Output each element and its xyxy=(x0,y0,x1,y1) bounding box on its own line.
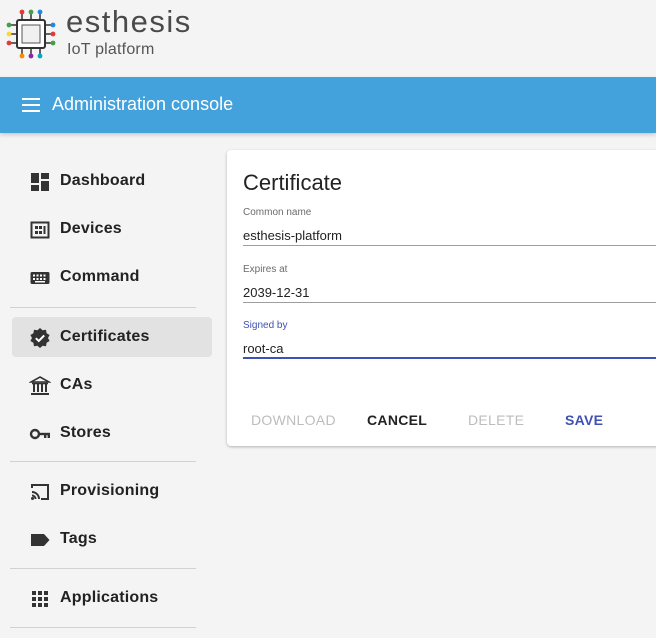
common-name-label: Common name xyxy=(243,207,312,218)
sidebar-item-label: Applications xyxy=(60,589,159,606)
save-button[interactable]: SAVE xyxy=(565,410,603,430)
certificate-card: Certificate Common name Expires at Signe… xyxy=(227,150,656,446)
top-toolbar: Administration console xyxy=(0,77,656,133)
sidebar-item-label: Stores xyxy=(60,424,111,441)
sidebar-item-label: Dashboard xyxy=(60,172,146,189)
label-icon xyxy=(29,529,51,551)
sidebar-item-command[interactable]: Command xyxy=(12,257,212,297)
verified-badge-icon xyxy=(29,327,51,349)
sidebar-item-cas[interactable]: CAs xyxy=(12,365,212,405)
signed-by-field: Signed by xyxy=(243,320,656,360)
brand-name: esthesis xyxy=(66,4,192,39)
card-title: Certificate xyxy=(243,170,343,195)
expires-at-field: Expires at xyxy=(243,264,656,304)
sidebar-divider xyxy=(10,568,196,569)
brand-subtitle: IoT platform xyxy=(67,41,155,58)
sidebar-item-provisioning[interactable]: Provisioning xyxy=(12,471,212,511)
cast-icon xyxy=(29,481,51,503)
dashboard-icon xyxy=(29,171,51,193)
sidebar-item-applications[interactable]: Applications xyxy=(12,578,212,618)
expires-at-input[interactable] xyxy=(243,282,656,302)
brand-header: esthesis IoT platform xyxy=(0,0,656,77)
field-underline xyxy=(243,245,656,246)
sidebar-item-label: Tags xyxy=(60,530,97,547)
download-button[interactable]: DOWNLOAD xyxy=(251,410,336,430)
field-underline xyxy=(243,302,656,303)
sidebar-divider xyxy=(10,627,196,628)
sidebar-nav: Dashboard Devices Command Certificates C… xyxy=(0,133,224,638)
sidebar-item-label: Command xyxy=(60,268,140,285)
common-name-input[interactable] xyxy=(243,225,656,245)
field-underline xyxy=(243,357,656,359)
delete-button[interactable]: DELETE xyxy=(468,410,524,430)
signed-by-label: Signed by xyxy=(243,320,288,331)
microchip-icon xyxy=(5,8,57,60)
sidebar-item-certificates[interactable]: Certificates xyxy=(12,317,212,357)
sidebar-item-stores[interactable]: Stores xyxy=(12,413,212,453)
sidebar-item-devices[interactable]: Devices xyxy=(12,209,212,249)
sidebar-item-label: Provisioning xyxy=(60,482,160,499)
keyboard-icon xyxy=(29,267,51,289)
apps-grid-icon xyxy=(29,588,51,610)
common-name-field: Common name xyxy=(243,207,656,247)
menu-icon[interactable] xyxy=(20,95,44,115)
devices-icon xyxy=(29,219,51,241)
cancel-button[interactable]: CANCEL xyxy=(367,410,427,430)
signed-by-input[interactable] xyxy=(243,338,656,358)
toolbar-title: Administration console xyxy=(52,94,234,114)
sidebar-divider xyxy=(10,307,196,308)
account-balance-icon xyxy=(29,375,51,397)
sidebar-item-tags[interactable]: Tags xyxy=(12,519,212,559)
sidebar-divider xyxy=(10,461,196,462)
expires-at-label: Expires at xyxy=(243,264,288,275)
sidebar-item-label: Devices xyxy=(60,220,122,237)
key-icon xyxy=(29,423,51,445)
sidebar-item-dashboard[interactable]: Dashboard xyxy=(12,161,212,201)
sidebar-item-label: Certificates xyxy=(60,328,150,345)
sidebar-item-label: CAs xyxy=(60,376,93,393)
